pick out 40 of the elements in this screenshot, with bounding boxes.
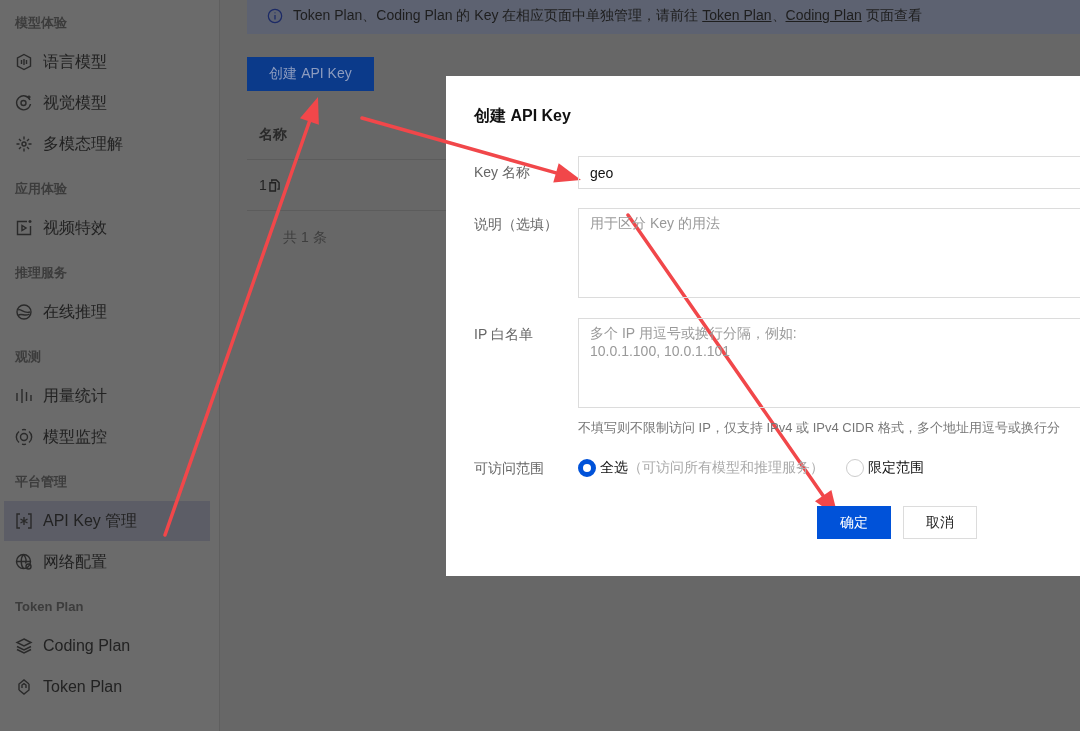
video-icon	[15, 219, 33, 237]
bar-chart-icon	[15, 387, 33, 405]
field-label: 可访问范围	[474, 459, 545, 478]
asterisk-bracket-icon	[15, 512, 33, 530]
field-label: Key 名称	[474, 163, 531, 182]
input-field[interactable]: geo	[578, 156, 1080, 189]
link[interactable]: Token Plan	[702, 7, 772, 23]
sidebar-item[interactable]: 多模态理解	[4, 124, 210, 164]
sidebar-item[interactable]: 模型监控	[4, 417, 210, 457]
sparkle-icon	[15, 135, 33, 153]
info-message: Token Plan、Coding Plan 的 Key 在相应页面中单独管理，请前往 Token Plan、Coding Plan 页面查看	[293, 7, 922, 25]
radio-label[interactable]: 全选	[600, 458, 628, 477]
column-header: 名称	[258, 126, 288, 144]
create-button[interactable]: 创建 API Key	[247, 57, 374, 91]
cancel-button[interactable]: 取消	[903, 506, 977, 539]
link[interactable]: Coding Plan	[785, 7, 862, 23]
globe-icon	[15, 303, 33, 321]
hexagon-icon	[15, 678, 33, 696]
sidebar-item[interactable]: Token Plan	[4, 667, 210, 707]
radio-button[interactable]	[578, 458, 596, 477]
sidebar-item[interactable]: 用量统计	[4, 376, 210, 416]
target-icon	[15, 428, 33, 446]
sidebar-item[interactable]: API Key 管理	[4, 501, 210, 541]
sidebar-item[interactable]: 网络配置	[4, 542, 210, 582]
copy-icon[interactable]	[268, 178, 280, 192]
radio-label[interactable]: 限定范围	[868, 458, 924, 477]
dialog-title: 创建 API Key	[474, 106, 572, 126]
sidebar-item[interactable]: 语言模型	[4, 42, 210, 82]
globe-icon	[15, 553, 33, 571]
info-icon	[267, 8, 283, 24]
layers-icon	[15, 637, 33, 655]
sidebar-item[interactable]: 视觉模型	[4, 83, 210, 123]
sidebar-item[interactable]: 在线推理	[4, 292, 210, 332]
field-label: IP 白名单	[474, 325, 534, 344]
sidebar-item[interactable]: 视频特效	[4, 208, 210, 248]
sidebar-item[interactable]: Coding Plan	[4, 626, 210, 666]
table-cell: 1	[259, 177, 267, 193]
hexagon-icon	[15, 53, 33, 71]
confirm-button[interactable]: 确定	[817, 506, 891, 539]
field-label: 说明（选填）	[474, 215, 559, 234]
